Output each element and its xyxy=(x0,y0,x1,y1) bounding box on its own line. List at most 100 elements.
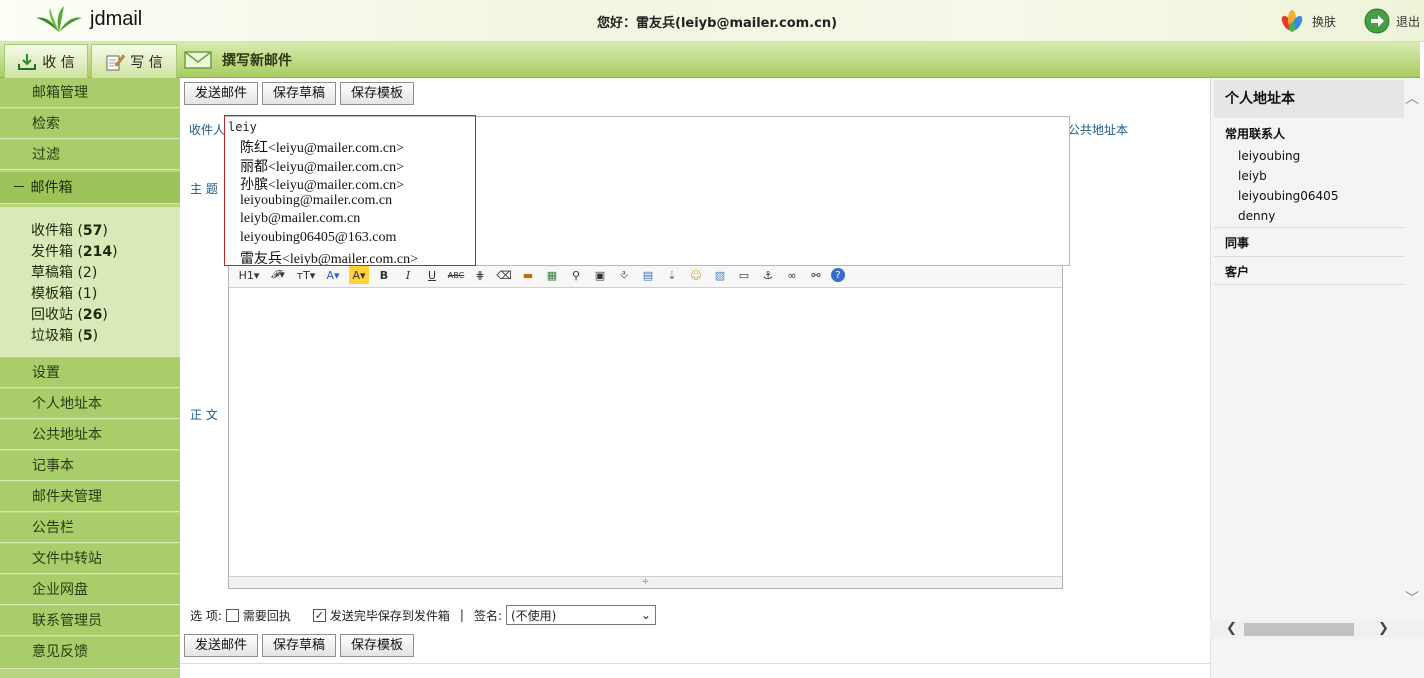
sidebar-item-file-transfer[interactable]: 文件中转站 xyxy=(0,544,180,574)
palette-icon xyxy=(1281,10,1303,32)
save-draft-button-bottom[interactable]: 保存草稿 xyxy=(262,634,337,657)
sidebar-item-notepad[interactable]: 记事本 xyxy=(0,451,180,481)
autocomplete-highlight-frame xyxy=(224,115,476,266)
sidebar-item-feedback[interactable]: 意见反馈 xyxy=(0,637,180,669)
inbox-tab-button[interactable]: 收 信 xyxy=(4,44,88,78)
folder-list: 收件箱 (57) 发件箱 (214) 草稿箱 (2) 模板箱 (1) 回收站 (… xyxy=(0,207,180,357)
folder-recycle-bin[interactable]: 回收站 (26) xyxy=(31,305,180,326)
sidebar-item-search[interactable]: 检索 xyxy=(0,109,180,139)
sidebar-item-mailbox-management[interactable]: 邮箱管理 xyxy=(0,78,180,108)
public-address-book-link[interactable]: 公共地址本 xyxy=(1068,121,1128,138)
sidebar-item-contact-admin[interactable]: 联系管理员 xyxy=(0,606,180,636)
underline-icon[interactable]: U xyxy=(423,266,441,284)
folder-templates[interactable]: 模板箱 (1) xyxy=(31,284,180,305)
skin-label: 换肤 xyxy=(1312,14,1337,29)
chevron-down-icon: ⌄ xyxy=(640,608,651,622)
divider xyxy=(1214,227,1404,228)
folder-junk[interactable]: 垃圾箱 (5) xyxy=(31,326,180,347)
emoji-icon[interactable]: ☺ xyxy=(687,266,705,284)
scroll-left-icon[interactable]: ❮ xyxy=(1226,621,1237,636)
save-sent-checkbox[interactable]: ✓ xyxy=(312,608,326,622)
insert-row-icon[interactable]: ⇣ xyxy=(663,266,681,284)
attachment-icon[interactable]: ⎀ xyxy=(615,266,633,284)
send-button-bottom[interactable]: 发送邮件 xyxy=(184,634,259,657)
font-size-icon[interactable]: тT▾ xyxy=(295,266,317,284)
signature-select[interactable]: (不使用) ⌄ xyxy=(505,605,656,625)
contact-item[interactable]: leiyoubing xyxy=(1238,149,1300,163)
body-editor[interactable]: H1▾ 𝓕▾ тT▾ A▾ A▾ B I U ABC ⋕ ⌫ ▬ ▦ ⚲ ▣ ⎀… xyxy=(228,262,1063,589)
insert-media-icon[interactable]: ▦ xyxy=(543,266,561,284)
divider xyxy=(180,663,1210,664)
user-greeting: 您好：雷友兵(leiyb@mailer.com.cn) xyxy=(597,16,838,31)
video-icon[interactable]: ▣ xyxy=(591,266,609,284)
send-button-top[interactable]: 发送邮件 xyxy=(184,82,259,105)
help-icon[interactable]: ? xyxy=(831,268,845,282)
table-icon[interactable]: ▤ xyxy=(639,266,657,284)
picture-icon[interactable]: ▧ xyxy=(711,266,729,284)
sidebar-item-settings[interactable]: 设置 xyxy=(0,358,180,388)
highlight-color-icon[interactable]: A▾ xyxy=(349,266,369,284)
editor-resize-handle[interactable]: ÷ xyxy=(229,576,1062,588)
folder-inbox[interactable]: 收件箱 (57) xyxy=(31,221,180,242)
logo-text: jdmail xyxy=(90,8,143,30)
save-template-button-top[interactable]: 保存模板 xyxy=(340,82,415,105)
group-colleagues[interactable]: 同事 xyxy=(1214,234,1404,251)
scrollbar-thumb[interactable] xyxy=(1244,623,1354,636)
compose-title: 撰写新邮件 xyxy=(184,46,292,74)
divider xyxy=(1214,284,1404,285)
group-frequent-contacts[interactable]: 常用联系人 xyxy=(1214,125,1404,142)
receipt-label: 需要回执 xyxy=(242,608,291,623)
sidebar-item-bulletin[interactable]: 公告栏 xyxy=(0,513,180,543)
save-template-button-bottom[interactable]: 保存模板 xyxy=(340,634,415,657)
envelope-icon xyxy=(184,51,212,69)
notepad-pen-icon xyxy=(106,54,126,70)
anchor-icon[interactable]: ⚓ xyxy=(759,266,777,284)
save-draft-button-top[interactable]: 保存草稿 xyxy=(262,82,337,105)
strikethrough-icon[interactable]: ABC xyxy=(447,266,465,284)
link-image-icon[interactable]: ⚲ xyxy=(567,266,585,284)
sidebar-item-personal-address-book[interactable]: 个人地址本 xyxy=(0,389,180,419)
write-tab-button[interactable]: 写 信 xyxy=(91,44,177,78)
to-label[interactable]: 收件人 xyxy=(189,121,225,138)
sidebar-item-folder-management[interactable]: 邮件夹管理 xyxy=(0,482,180,512)
italic-icon[interactable]: I xyxy=(399,266,417,284)
horizontal-scrollbar[interactable]: ❮ ❯ xyxy=(1210,620,1424,638)
contact-item[interactable]: leiyb xyxy=(1238,169,1267,183)
eraser-icon[interactable]: ⌫ xyxy=(495,266,513,284)
font-family-icon[interactable]: 𝓕▾ xyxy=(267,266,289,284)
scroll-right-icon[interactable]: ❯ xyxy=(1378,621,1389,636)
save-sent-label: 发送完毕保存到发件箱 xyxy=(329,608,450,623)
inbox-tab-label: 收 信 xyxy=(42,54,75,71)
sidebar-item-filter[interactable]: 过滤 xyxy=(0,140,180,170)
insert-image-icon[interactable]: ▬ xyxy=(519,266,537,284)
bottom-action-bar: 发送邮件 保存草稿 保存模板 xyxy=(184,634,415,657)
sidebar-item-enterprise-disk[interactable]: 企业网盘 xyxy=(0,575,180,605)
sidebar-mailbox-toggle[interactable]: － 邮件箱 xyxy=(0,172,180,204)
contact-item[interactable]: leiyoubing06405 xyxy=(1238,189,1338,203)
font-color-icon[interactable]: A▾ xyxy=(323,266,343,284)
address-book-panel xyxy=(1210,78,1424,678)
scroll-up-icon[interactable]: ︿ xyxy=(1405,88,1419,108)
folder-drafts[interactable]: 草稿箱 (2) xyxy=(31,263,180,284)
grid-icon[interactable]: ⋕ xyxy=(471,266,489,284)
download-tray-icon xyxy=(18,53,37,70)
page-break-icon[interactable]: ▭ xyxy=(735,266,753,284)
contact-item[interactable]: denny xyxy=(1238,209,1275,223)
address-book-title: 个人地址本 xyxy=(1214,80,1404,118)
sidebar-item-public-address-book[interactable]: 公共地址本 xyxy=(0,420,180,450)
signature-label: 签名: xyxy=(473,608,502,623)
heading-icon[interactable]: H1▾ xyxy=(237,266,261,284)
change-skin-button[interactable]: 换肤 xyxy=(1278,9,1336,33)
subject-label: 主 题 xyxy=(190,182,218,196)
folder-outbox[interactable]: 发件箱 (214) xyxy=(31,242,180,263)
group-customers[interactable]: 客户 xyxy=(1214,263,1404,280)
signature-select-value: (不使用) xyxy=(510,608,557,623)
bold-icon[interactable]: B xyxy=(375,266,393,284)
receipt-checkbox[interactable] xyxy=(225,608,239,622)
logout-label: 退出 xyxy=(1396,14,1421,29)
compose-title-label: 撰写新邮件 xyxy=(222,53,292,69)
unlink-icon[interactable]: ⚯ xyxy=(807,266,825,284)
logout-button[interactable]: 退出 xyxy=(1364,8,1420,34)
scroll-down-icon[interactable]: ﹀ xyxy=(1405,588,1419,608)
link-icon[interactable]: ∞ xyxy=(783,266,801,284)
